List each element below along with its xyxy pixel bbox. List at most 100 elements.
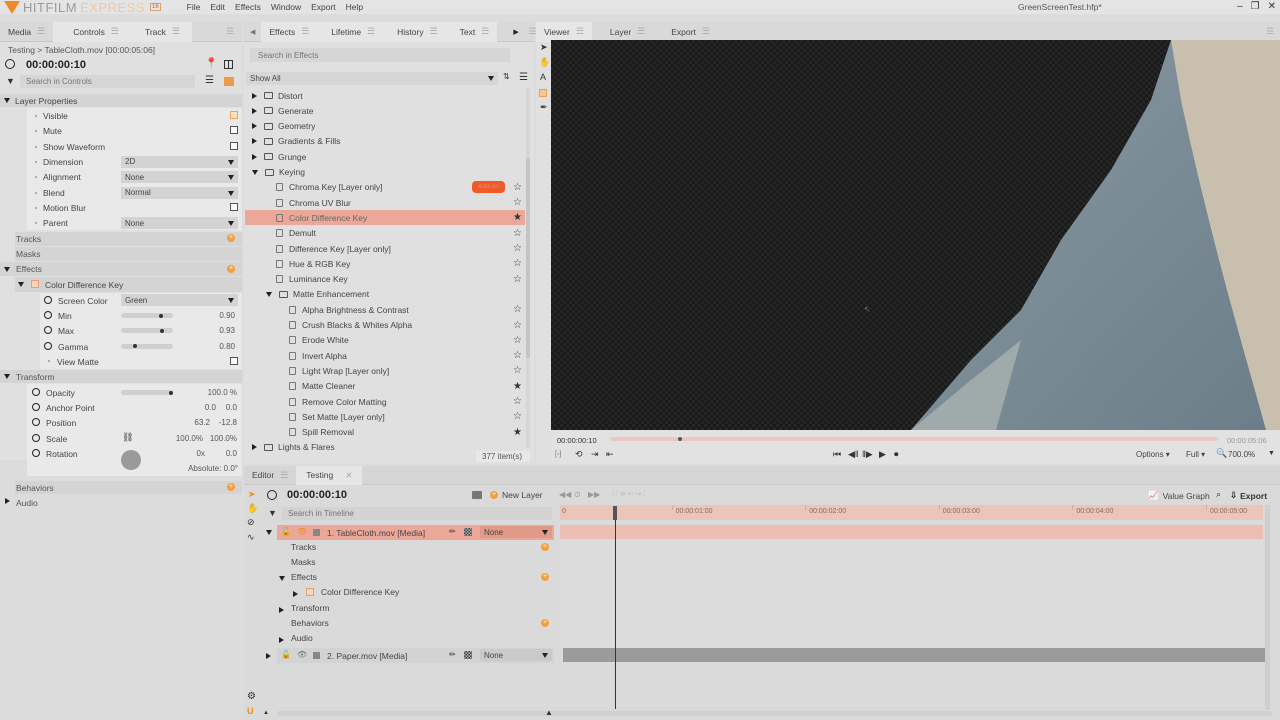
expand-icon[interactable]	[252, 123, 257, 130]
effect-item[interactable]: Color Difference Key ★	[245, 210, 525, 226]
effects-folder[interactable]: Generate	[245, 103, 525, 118]
rotation-dial[interactable]	[121, 450, 141, 470]
expand-icon[interactable]	[252, 92, 257, 99]
tab-menu-icon[interactable]: ☰	[280, 470, 288, 481]
effect-param-value[interactable]: 0.90	[190, 311, 235, 320]
timeline-tools-icon[interactable]: ⁞ ⁞ ⊕ ↩ ↪ ⁞	[612, 491, 645, 498]
tab-menu-icon[interactable]: ☰	[37, 26, 45, 37]
tab-testing[interactable]: Testing ✕	[296, 465, 363, 485]
zoom-level[interactable]: 700.0%	[1228, 450, 1255, 459]
timeline-horizontal-scrollbar[interactable]	[277, 711, 1272, 716]
viewer-quality-dropdown[interactable]: Full ▾	[1186, 450, 1205, 459]
addon-badge[interactable]: Add-on	[472, 180, 505, 193]
scale-y-value[interactable]: 100.0%	[205, 434, 237, 443]
effect-param-slider[interactable]	[121, 313, 173, 318]
value-graph-button[interactable]: 📈 Value Graph	[1148, 490, 1210, 501]
anchor-x-value[interactable]: 0.0	[190, 403, 216, 412]
rectangle-mask-tool-icon[interactable]	[539, 89, 547, 97]
select-tool-icon[interactable]: ➤	[540, 43, 548, 52]
tracks-row[interactable]	[15, 232, 242, 246]
zoom-out-icon[interactable]: ▲	[263, 710, 269, 716]
layer-property-dropdown[interactable]: None	[121, 217, 238, 230]
tab-lifetime[interactable]: Lifetime ☰	[317, 21, 384, 42]
effect-param-slider[interactable]	[121, 328, 173, 334]
collapse-icon[interactable]	[252, 169, 258, 175]
collapse-icon[interactable]	[4, 98, 10, 103]
menu-edit[interactable]: Edit	[210, 2, 225, 12]
timeline-sub-item-effects[interactable]: Effects	[291, 572, 317, 582]
timeline-search-input[interactable]	[282, 507, 552, 520]
add-behavior-icon[interactable]: +	[227, 483, 235, 491]
tab-menu-icon[interactable]: ☰	[576, 26, 584, 37]
zoom-in-icon[interactable]: ▲	[545, 709, 553, 717]
effects-folder[interactable]: Geometry	[245, 119, 525, 134]
transparency-icon[interactable]	[464, 528, 472, 536]
layer-name[interactable]: 1. TableCloth.mov [Media]	[327, 528, 425, 538]
rotation-degrees-value[interactable]: 0.0	[215, 449, 237, 458]
collapse-icon[interactable]	[266, 530, 272, 535]
playhead-handle[interactable]	[613, 506, 617, 520]
layer-color-swatch[interactable]	[313, 529, 320, 536]
effect-item[interactable]: Matte Cleaner ★	[245, 379, 525, 394]
masks-row[interactable]	[15, 247, 242, 261]
panel-menu-icon[interactable]: ☰	[226, 26, 234, 37]
timeline-sub-item-masks[interactable]: Masks	[291, 557, 316, 567]
tab-text[interactable]: Text ☰	[445, 21, 498, 42]
set-out-icon[interactable]: ⇤	[606, 450, 614, 459]
effect-enable-checkbox[interactable]	[306, 588, 314, 596]
effects-folder[interactable]: Lights & Flares	[245, 440, 525, 455]
tab-menu-icon[interactable]: ☰	[301, 26, 309, 37]
set-in-icon[interactable]: ⇥	[591, 450, 599, 459]
slider-knob[interactable]	[169, 390, 173, 395]
visibility-eye-icon[interactable]: 👁	[297, 528, 307, 536]
tab-editor[interactable]: Editor ☰	[244, 465, 296, 485]
go-to-start-icon[interactable]: ⏮	[833, 450, 841, 459]
tab-menu-icon[interactable]: ☰	[172, 26, 180, 37]
editor-export-button[interactable]: ⇩ Export	[1230, 490, 1267, 501]
anchor-y-value[interactable]: 0.0	[215, 403, 237, 412]
timeline-sub-item-transform[interactable]: Transform	[291, 603, 329, 613]
add-icon[interactable]: +	[541, 573, 549, 581]
editor-timecode[interactable]: 00:00:00:10	[287, 489, 347, 501]
opacity-value[interactable]: 100.0 %	[180, 388, 237, 397]
zoom-fit-icon[interactable]: ⌕	[1216, 490, 1221, 499]
effects-scrollbar[interactable]	[526, 88, 530, 448]
effect-item[interactable]: Set Matte [Layer only] ☆	[245, 409, 525, 424]
menu-effects[interactable]: Effects	[235, 2, 261, 12]
star-outline-icon[interactable]: ☆	[513, 350, 522, 361]
effect-item[interactable]: Remove Color Matting ☆	[245, 394, 525, 409]
link-icon[interactable]: ⛓	[122, 433, 133, 442]
keyframe-icon[interactable]	[32, 418, 40, 426]
star-filled-icon[interactable]: ★	[513, 427, 522, 438]
collapse-icon[interactable]	[279, 576, 285, 581]
layer-property-checkbox[interactable]	[230, 126, 238, 135]
star-outline-icon[interactable]: ☆	[513, 396, 522, 407]
tab-export[interactable]: Export ☰	[653, 22, 718, 42]
add-track-icon[interactable]: +	[227, 234, 235, 242]
collapse-icon[interactable]	[18, 282, 24, 287]
layer-property-checkbox[interactable]	[230, 202, 238, 211]
keyframe-icon[interactable]	[32, 449, 40, 457]
add-icon[interactable]: +	[541, 543, 549, 551]
expand-icon[interactable]	[5, 498, 10, 504]
tab-viewer[interactable]: Viewer ☰	[536, 21, 592, 42]
collapse-icon[interactable]	[266, 291, 272, 297]
effects-folder[interactable]: Gradients & Fills	[245, 134, 525, 149]
effects-folder[interactable]: Matte Enhancement	[245, 287, 525, 302]
play-icon[interactable]: ▶	[879, 450, 886, 459]
menu-window[interactable]: Window	[271, 2, 301, 12]
pen-tool-icon[interactable]: ✒	[540, 103, 548, 112]
grid-view-icon[interactable]	[224, 77, 234, 86]
effect-item[interactable]: Chroma UV Blur ☆	[245, 195, 525, 210]
viewer-scrubber[interactable]	[610, 437, 1218, 441]
layer-blend-dropdown[interactable]: None	[480, 649, 552, 661]
effect-param-value[interactable]: 0.80	[190, 342, 235, 351]
collapse-icon[interactable]	[4, 267, 10, 272]
expand-icon[interactable]	[293, 591, 298, 597]
zoom-dropdown-icon[interactable]: ▼	[1268, 450, 1275, 457]
prev-keyframe-icon[interactable]: ◀◀	[559, 491, 571, 499]
menu-file[interactable]: File	[187, 2, 201, 12]
layer-property-dropdown[interactable]: Normal	[121, 186, 238, 199]
timeline-vertical-scrollbar[interactable]	[1265, 505, 1270, 710]
sort-az-icon[interactable]: ⇅	[503, 73, 510, 81]
